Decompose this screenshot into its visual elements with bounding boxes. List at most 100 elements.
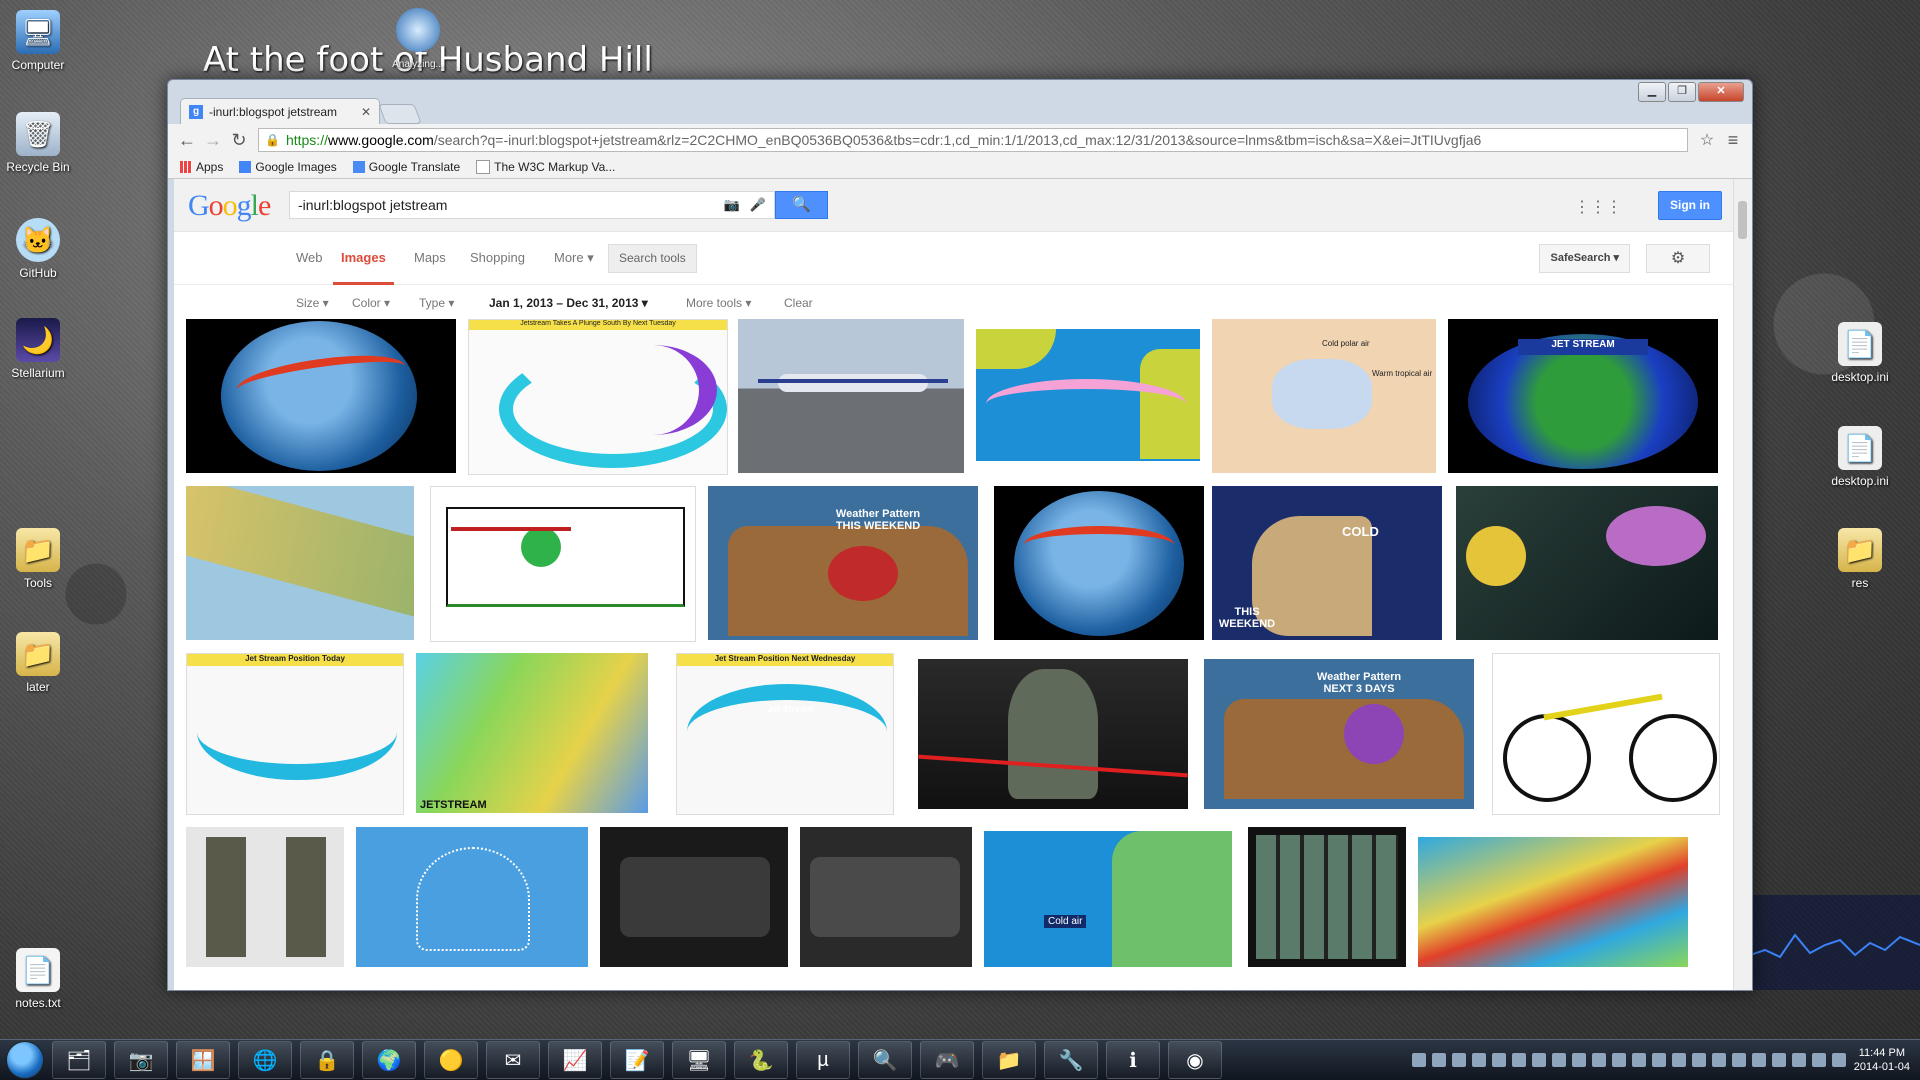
- filter-date-range[interactable]: Jan 1, 2013 – Dec 31, 2013 ▾: [489, 296, 648, 310]
- image-result[interactable]: [918, 659, 1188, 809]
- reload-icon[interactable]: ↻: [226, 130, 252, 151]
- taskbar-chrome[interactable]: 🟡: [424, 1041, 478, 1079]
- tray-icon[interactable]: [1651, 1053, 1666, 1067]
- address-bar[interactable]: 🔒 https://www.google.com/search?q=-inurl…: [258, 128, 1688, 152]
- image-result[interactable]: Cold polar air Warm tropical air: [1212, 319, 1436, 473]
- camera-icon[interactable]: 📷: [724, 197, 740, 213]
- filter-size[interactable]: Size ▾: [296, 296, 329, 310]
- scrollbar-thumb[interactable]: [1738, 201, 1747, 239]
- taskbar-earth[interactable]: 🌍: [362, 1041, 416, 1079]
- taskbar-folder[interactable]: 📁: [982, 1041, 1036, 1079]
- maximize-button[interactable]: ❐: [1668, 82, 1696, 102]
- image-result[interactable]: COLD THIS WEEKEND: [1212, 486, 1442, 640]
- taskbar-lock[interactable]: 🔒: [300, 1041, 354, 1079]
- image-result[interactable]: Jetstream Takes A Plunge South By Next T…: [468, 319, 728, 475]
- taskbar-utorrent[interactable]: µ: [796, 1041, 850, 1079]
- search-tools-button[interactable]: Search tools: [608, 244, 697, 273]
- filter-color[interactable]: Color ▾: [352, 296, 390, 310]
- tray-icon[interactable]: [1591, 1053, 1606, 1067]
- tray-icon[interactable]: [1411, 1053, 1426, 1067]
- tray-icon[interactable]: [1431, 1053, 1446, 1067]
- tray-icon[interactable]: [1551, 1053, 1566, 1067]
- chrome-menu-icon[interactable]: ≡: [1720, 130, 1746, 151]
- taskbar-search[interactable]: 🔍: [858, 1041, 912, 1079]
- image-result[interactable]: [186, 827, 344, 967]
- tray-icon[interactable]: [1711, 1053, 1726, 1067]
- apps-grid-icon[interactable]: ⋮⋮⋮: [1574, 197, 1622, 217]
- image-result[interactable]: [738, 319, 964, 473]
- image-result[interactable]: [1456, 486, 1718, 640]
- bookmark-google-translate[interactable]: Google Translate: [352, 160, 460, 174]
- taskbar-thunderbird[interactable]: ✉: [486, 1041, 540, 1079]
- image-result[interactable]: Cold air: [984, 831, 1232, 967]
- tray-icon[interactable]: [1731, 1053, 1746, 1067]
- close-tab-icon[interactable]: ✕: [361, 105, 371, 119]
- image-result[interactable]: Jet Stream Position Today: [186, 653, 404, 815]
- tray-icon[interactable]: [1511, 1053, 1526, 1067]
- close-window-button[interactable]: ✕: [1698, 82, 1744, 102]
- taskbar-editor[interactable]: 📝: [610, 1041, 664, 1079]
- tray-icon[interactable]: [1631, 1053, 1646, 1067]
- tray-icon[interactable]: [1831, 1053, 1846, 1067]
- tab-shopping[interactable]: Shopping: [470, 250, 525, 265]
- image-result[interactable]: [600, 827, 788, 967]
- image-result[interactable]: Weather Pattern NEXT 3 DAYS: [1204, 659, 1474, 809]
- image-result[interactable]: [186, 319, 456, 473]
- desktop-icon-analyzing[interactable]: Analyzing...: [378, 8, 458, 70]
- image-result[interactable]: [186, 486, 414, 640]
- image-result[interactable]: [800, 827, 972, 967]
- image-result[interactable]: Jet Stream Position Next Wednesday Jet S…: [676, 653, 894, 815]
- tab-web[interactable]: Web: [296, 250, 323, 265]
- tray-icon[interactable]: [1771, 1053, 1786, 1067]
- search-button[interactable]: 🔍: [775, 191, 828, 219]
- taskbar-python[interactable]: 🐍: [734, 1041, 788, 1079]
- tray-icon[interactable]: [1751, 1053, 1766, 1067]
- tray-icon[interactable]: [1791, 1053, 1806, 1067]
- taskbar-app[interactable]: ◉: [1168, 1041, 1222, 1079]
- filter-more-tools[interactable]: More tools ▾: [686, 296, 751, 310]
- taskbar-info[interactable]: ℹ: [1106, 1041, 1160, 1079]
- image-result[interactable]: [1248, 827, 1406, 967]
- image-result[interactable]: JETSTREAM: [416, 653, 648, 813]
- desktop-icon-later[interactable]: 📁 later: [0, 632, 78, 694]
- tray-icon[interactable]: [1691, 1053, 1706, 1067]
- image-result[interactable]: [1418, 837, 1688, 967]
- filter-type[interactable]: Type ▾: [419, 296, 454, 310]
- forward-arrow-icon[interactable]: →: [200, 130, 226, 151]
- tray-icon[interactable]: [1451, 1053, 1466, 1067]
- desktop-icon-res[interactable]: 📁 res: [1820, 528, 1900, 590]
- taskbar-monitor[interactable]: 🖥: [672, 1041, 726, 1079]
- taskbar-chart[interactable]: 📈: [548, 1041, 602, 1079]
- minimize-button[interactable]: ▁: [1638, 82, 1666, 102]
- image-result[interactable]: Weather Pattern THIS WEEKEND: [708, 486, 978, 640]
- sign-in-button[interactable]: Sign in: [1658, 191, 1722, 220]
- new-tab-button[interactable]: [378, 104, 422, 124]
- image-result[interactable]: [976, 329, 1200, 461]
- desktop-icon-stellarium[interactable]: 🌙 Stellarium: [0, 318, 78, 380]
- desktop-icon-computer[interactable]: 🖥 Computer: [0, 10, 78, 72]
- search-input[interactable]: -inurl:blogspot jetstream 📷 🎤: [289, 191, 775, 219]
- taskbar-game[interactable]: 🎮: [920, 1041, 974, 1079]
- desktop-icon-desktop-ini-2[interactable]: 📄 desktop.ini: [1820, 426, 1900, 488]
- tray-icon[interactable]: [1811, 1053, 1826, 1067]
- back-arrow-icon[interactable]: ←: [174, 130, 200, 151]
- tray-icon[interactable]: [1491, 1053, 1506, 1067]
- desktop-icon-notes[interactable]: 📄 notes.txt: [0, 948, 78, 1010]
- bookmark-apps[interactable]: Apps: [180, 160, 223, 174]
- tray-icon[interactable]: [1611, 1053, 1626, 1067]
- tab-images[interactable]: Images: [333, 250, 394, 285]
- desktop-icon-github[interactable]: 🐱 GitHub: [0, 218, 78, 280]
- bookmark-google-images[interactable]: Google Images: [239, 160, 337, 174]
- taskbar-tools[interactable]: 🔧: [1044, 1041, 1098, 1079]
- filter-clear[interactable]: Clear: [784, 296, 813, 310]
- taskbar-explorer[interactable]: 🗂: [52, 1041, 106, 1079]
- taskbar-windows[interactable]: 🪟: [176, 1041, 230, 1079]
- gear-icon[interactable]: ⚙: [1646, 244, 1710, 273]
- image-result[interactable]: [1492, 653, 1720, 815]
- image-result[interactable]: [430, 486, 696, 642]
- tray-icon[interactable]: [1671, 1053, 1686, 1067]
- tray-icon[interactable]: [1531, 1053, 1546, 1067]
- safesearch-dropdown[interactable]: SafeSearch ▾: [1539, 244, 1630, 273]
- taskbar-globe[interactable]: 🌐: [238, 1041, 292, 1079]
- image-result[interactable]: [356, 827, 588, 967]
